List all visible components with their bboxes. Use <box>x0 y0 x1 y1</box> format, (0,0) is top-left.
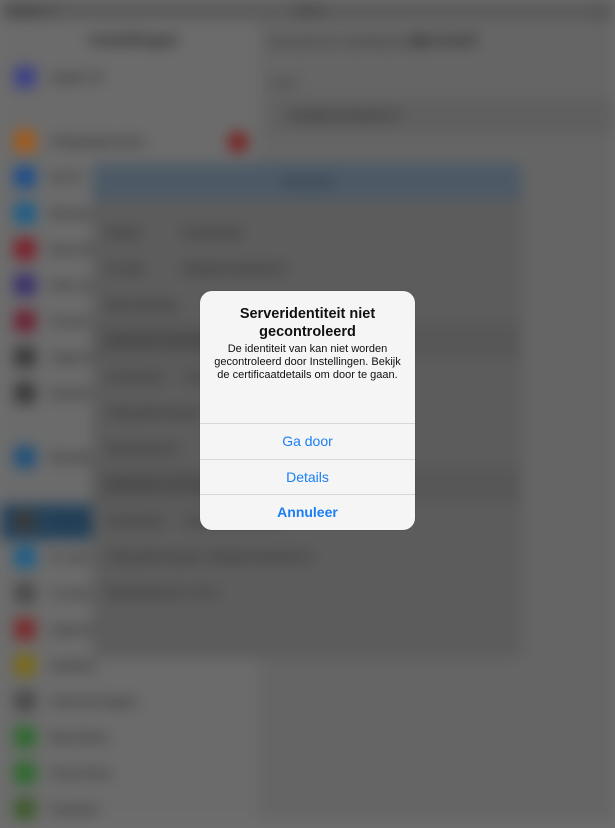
sidebar-item[interactable]: Apple ID <box>0 60 258 96</box>
sheet-row-value: Voorbeeld <box>182 225 241 240</box>
details-button[interactable]: Details <box>200 459 415 495</box>
sheet-title: Account <box>281 173 333 189</box>
account-row-label: info@voorbeeld.nl <box>288 107 402 123</box>
sheet-row-key: Gebruikersnaam <box>106 549 203 564</box>
sheet-row-key: Naam <box>106 225 141 240</box>
messages-icon <box>14 726 36 748</box>
sidebar-item[interactable]: Berichten <box>0 720 258 756</box>
notes-icon <box>14 654 36 676</box>
mail-icon <box>14 546 36 568</box>
sidebar-item-label: Notities <box>50 657 97 673</box>
wifi-icon <box>14 166 36 188</box>
moon-icon <box>14 274 36 296</box>
sidebar-item[interactable]: FaceTime <box>0 756 258 792</box>
sheet-row-value: info@voorbeeld.nl <box>207 549 312 564</box>
back-button[interactable]: Accounts en wachtwoorden <box>268 34 427 49</box>
battery-icon: ▭ <box>593 4 605 18</box>
calendar-icon <box>14 618 36 640</box>
detail-title: Account <box>413 32 477 49</box>
sheet-nav-bar: Account <box>92 163 522 199</box>
sheet-row-value: •••••••• <box>182 585 219 600</box>
sidebar-item[interactable]: Herinneringen <box>0 684 258 720</box>
sheet-row-key: Wachtwoord <box>106 585 178 600</box>
sidebar-item-label: Wi‑Fi <box>50 169 83 185</box>
sheet-row-key: Wachtwoord <box>106 441 178 456</box>
sheet-row-key: Hostnaam <box>106 513 166 528</box>
sheet-row[interactable]: Gebruikersnaam info@voorbeeld.nl <box>92 539 522 575</box>
status-time: 09:41 <box>295 4 326 18</box>
sidebar-item-label: Vliegtuigmodus <box>50 133 146 149</box>
sidebar-title: Instellingen <box>90 32 179 49</box>
sidebar-item[interactable]: Vliegtuigmodus <box>0 124 258 160</box>
status-signal: ●●●●● ✦ <box>8 4 58 18</box>
continue-button[interactable]: Ga door <box>200 423 415 459</box>
sidebar-item-label: FaceTime <box>50 765 112 781</box>
facetime-icon <box>14 762 36 784</box>
sidebar-item-label: Herinneringen <box>50 693 138 709</box>
sheet-row-key: Hostnaam <box>106 369 166 384</box>
cancel-button[interactable]: Annuleer <box>200 494 415 530</box>
sheet-row[interactable]: Wachtwoord •••••••• <box>92 575 522 611</box>
sidebar-item-label: Berichten <box>50 729 110 745</box>
hourglass-icon <box>14 310 36 332</box>
account-avatar-icon <box>14 66 36 88</box>
sidebar-item-label: E‑mail <box>50 549 90 565</box>
alert-message: De identiteit van kan niet worden gecont… <box>214 343 401 381</box>
key-icon <box>14 510 36 532</box>
sheet-row[interactable]: E-mail info@voorbeeld.nl <box>92 251 522 287</box>
display-icon <box>14 446 36 468</box>
airplane-icon <box>14 130 36 152</box>
sidebar-item-label: Apple ID <box>50 69 104 85</box>
notifications-icon <box>14 238 36 260</box>
sheet-row-key: E-mail <box>106 261 143 276</box>
contacts-icon <box>14 582 36 604</box>
sidebar-item-label: Kaarten <box>50 801 100 817</box>
sheet-row-key: Beschrijving <box>106 297 177 312</box>
maps-icon <box>14 798 36 820</box>
sidebar-item[interactable]: Kaarten <box>0 792 258 828</box>
gear-icon <box>14 346 36 368</box>
badge-icon <box>228 132 248 152</box>
account-row[interactable]: info@voorbeeld.nl <box>270 98 615 134</box>
sheet-row-key: Gebruikersnaam <box>106 405 203 420</box>
toggles-icon <box>14 382 36 404</box>
alert-title: Serveridentiteit niet gecontroleerd <box>239 306 376 340</box>
sheet-row-value: info@voorbeeld.nl <box>182 261 287 276</box>
reminders-icon <box>14 690 36 712</box>
detail-section-header: IMAP <box>270 76 300 90</box>
sheet-row[interactable]: Naam Voorbeeld <box>92 215 522 251</box>
server-identity-alert: Serveridentiteit niet gecontroleerd De i… <box>200 291 415 530</box>
bluetooth-icon <box>14 202 36 224</box>
status-bar: ●●●●● ✦ 09:41 ▭ <box>0 0 615 20</box>
